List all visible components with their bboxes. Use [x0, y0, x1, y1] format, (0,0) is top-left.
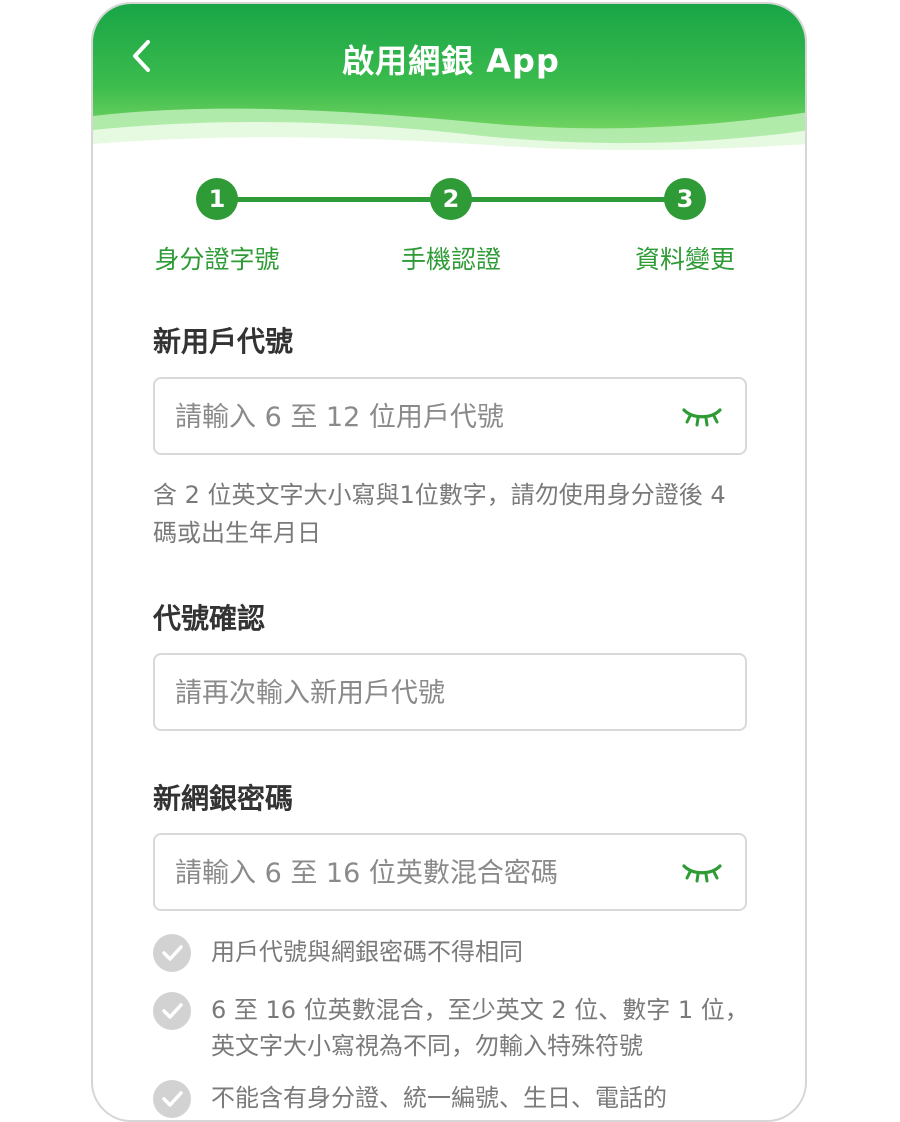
password-rule-1-text: 用戶代號與網銀密碼不得相同 — [211, 938, 523, 966]
user-id-hint: 含 2 位英文字大小寫與1位數字，請勿使用身分證後 4 碼或出生年月日 — [153, 481, 726, 547]
password-field — [153, 833, 747, 911]
phone-frame: 啟用網銀 App 1 2 3 身分證字號 手機認證 資料變更 新用戶代號 含 2… — [91, 2, 807, 1122]
check-circle-icon — [153, 1080, 191, 1118]
password-input[interactable] — [173, 835, 657, 911]
password-label: 新網銀密碼 — [153, 782, 294, 815]
password-rule-2-text: 6 至 16 位英數混合，至少英文 2 位、數字 1 位，英文字大小寫視為不同，… — [211, 996, 749, 1060]
check-circle-icon — [153, 934, 191, 972]
app-header: 啟用網銀 App — [93, 4, 805, 154]
password-rule-2: 6 至 16 位英數混合，至少英文 2 位、數字 1 位，英文字大小寫視為不同，… — [153, 992, 753, 1060]
step-3-circle: 3 — [664, 178, 706, 220]
user-id-field — [153, 377, 747, 455]
toggle-user-id-visibility-button[interactable] — [681, 403, 723, 431]
password-rule-3: 不能含有身分證、統一編號、生日、電話的 — [153, 1080, 753, 1120]
user-id-confirm-field — [153, 653, 747, 731]
password-rule-1: 用戶代號與網銀密碼不得相同 — [153, 934, 753, 974]
page-title: 啟用網銀 App — [342, 42, 560, 80]
toggle-password-visibility-button[interactable] — [681, 859, 723, 887]
user-id-confirm-label: 代號確認 — [153, 602, 266, 635]
user-id-input[interactable] — [173, 379, 657, 455]
eye-closed-icon — [682, 408, 722, 427]
eye-closed-icon — [682, 864, 722, 883]
step-2-label: 手機認證 — [400, 245, 501, 274]
password-rule-3-text: 不能含有身分證、統一編號、生日、電話的 — [211, 1084, 667, 1112]
user-id-confirm-input[interactable] — [173, 655, 657, 731]
step-1-label: 身分證字號 — [154, 245, 280, 274]
user-id-label: 新用戶代號 — [153, 325, 294, 358]
step-connector-2-3 — [451, 197, 685, 202]
progress-stepper: 1 2 3 身分證字號 手機認證 資料變更 — [93, 176, 805, 286]
step-3-label: 資料變更 — [634, 245, 735, 274]
step-2-circle: 2 — [430, 178, 472, 220]
step-connector-1-2 — [217, 197, 451, 202]
check-circle-icon — [153, 992, 191, 1030]
step-1-circle: 1 — [196, 178, 238, 220]
